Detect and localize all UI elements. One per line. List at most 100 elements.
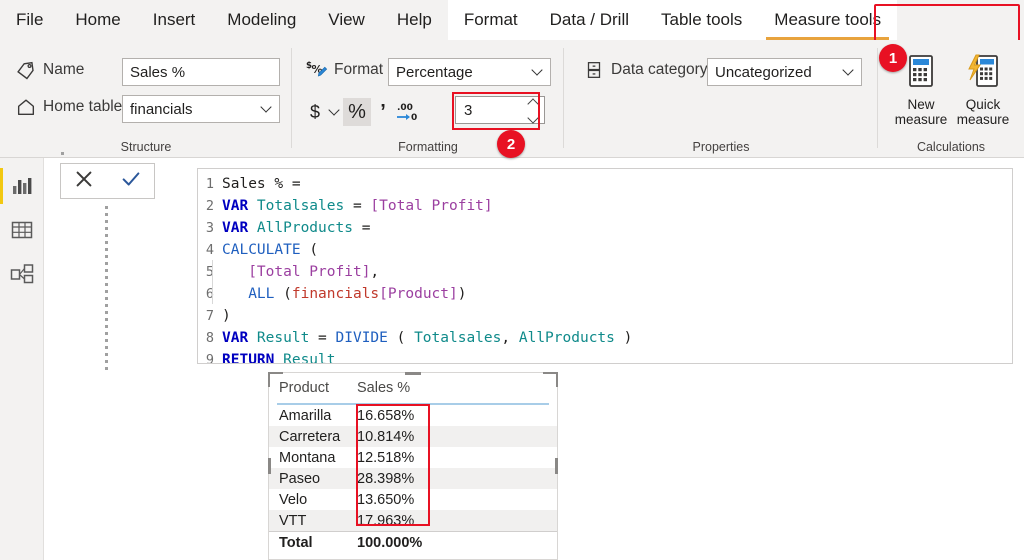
table-row[interactable]: Montana 12.518% bbox=[269, 447, 557, 468]
new-measure-label-line1: New bbox=[907, 97, 935, 112]
total-value: 100.000% bbox=[357, 534, 423, 551]
code-token: ( bbox=[396, 330, 415, 346]
code-line-content: Sales % = bbox=[222, 176, 301, 192]
ribbon-tab-label: Home bbox=[75, 10, 121, 29]
ribbon-tab-format[interactable]: Format bbox=[447, 0, 534, 40]
ribbon-tab-label: Data / Drill bbox=[549, 10, 630, 29]
decimal-places-stepper[interactable]: 3 bbox=[455, 96, 545, 124]
formula-bar-commit-buttons bbox=[60, 163, 155, 199]
code-token: ) bbox=[623, 330, 633, 346]
code-line[interactable]: 9 RETURN Result bbox=[198, 349, 1012, 364]
ribbon-tab-bar: File Home Insert Modeling View Help Format Data… bbox=[0, 0, 1024, 40]
stepper-down-icon[interactable] bbox=[526, 112, 539, 124]
decimal-places-decrease-icon[interactable]: .00 0 bbox=[395, 99, 425, 125]
quick-measure-label-line2: measure bbox=[956, 112, 1010, 127]
ribbon-tab-file[interactable]: File bbox=[0, 0, 59, 40]
home-icon bbox=[14, 96, 38, 118]
ribbon-tab-home[interactable]: Home bbox=[59, 0, 136, 40]
column-header-product[interactable]: Product bbox=[279, 380, 357, 396]
selection-handle-top[interactable] bbox=[405, 372, 421, 375]
formula-bar-resize-dots[interactable] bbox=[105, 206, 108, 370]
stepper-arrows[interactable] bbox=[526, 98, 539, 124]
code-token: RETURN bbox=[222, 352, 284, 364]
table-row[interactable]: Amarilla 16.658% bbox=[269, 405, 557, 426]
code-token: DIVIDE bbox=[335, 330, 397, 346]
decimal-places-value: 3 bbox=[464, 101, 473, 119]
group-label-properties: Properties bbox=[692, 140, 750, 154]
code-line[interactable]: 5 [Total Profit], bbox=[198, 260, 1012, 283]
code-line[interactable]: 4 CALCULATE ( bbox=[198, 239, 1012, 261]
code-token: financials bbox=[291, 286, 380, 302]
ribbon-group-structure: Name Sales % Home table financials Struc… bbox=[0, 40, 292, 158]
selection-handle-top-right[interactable] bbox=[543, 372, 558, 387]
sidebar-item-report-view[interactable] bbox=[8, 172, 36, 200]
code-line-content: VAR AllProducts = bbox=[222, 220, 370, 236]
ribbon-tab-data-drill[interactable]: Data / Drill bbox=[533, 0, 646, 40]
code-line[interactable]: 6 ALL (financials[Product]) bbox=[198, 282, 1012, 305]
code-token: AllProducts bbox=[256, 220, 362, 236]
selection-handle-left[interactable] bbox=[268, 458, 271, 474]
formula-bar-drag-dots-top bbox=[61, 152, 64, 158]
chevron-down-icon bbox=[260, 101, 272, 113]
format-dropdown[interactable]: Percentage bbox=[388, 58, 551, 86]
ribbon-tab-insert[interactable]: Insert bbox=[137, 0, 212, 40]
code-line-content: CALCULATE ( bbox=[222, 242, 318, 258]
table-row[interactable]: VTT 17.963% bbox=[269, 510, 557, 531]
code-line[interactable]: 3 VAR AllProducts = bbox=[198, 217, 1012, 239]
sidebar-item-model-view[interactable] bbox=[8, 260, 36, 288]
code-line[interactable]: 2 VAR Totalsales = [Total Profit] bbox=[198, 195, 1012, 217]
table-row[interactable]: Carretera 10.814% bbox=[269, 426, 557, 447]
close-x-icon[interactable] bbox=[73, 168, 95, 195]
column-header-sales-pct[interactable]: Sales % bbox=[357, 380, 457, 396]
sidebar-item-data-view[interactable] bbox=[8, 216, 36, 244]
ribbon-tab-label: Table tools bbox=[661, 10, 743, 29]
cell-sales-pct: 16.658% bbox=[357, 407, 415, 424]
ribbon-tab-table-tools[interactable]: Table tools bbox=[645, 0, 759, 40]
svg-text:.00: .00 bbox=[397, 103, 413, 113]
dax-code-editor[interactable]: 1 Sales % = 2 VAR Totalsales = [Total Profi… bbox=[197, 168, 1013, 364]
currency-dropdown-chevron-icon[interactable] bbox=[327, 99, 341, 125]
calculator-icon bbox=[904, 54, 938, 93]
table-visual[interactable]: Product Sales % Amarilla 16.658% Carretera… bbox=[268, 372, 558, 560]
ribbon-tab-label: Insert bbox=[152, 10, 196, 29]
code-line-number: 1 bbox=[205, 176, 214, 192]
cell-product: Montana bbox=[279, 449, 336, 466]
code-line[interactable]: 1 Sales % = bbox=[198, 173, 1012, 195]
model-relationship-icon bbox=[10, 264, 34, 284]
bar-chart-icon bbox=[13, 178, 32, 194]
ribbon-tab-view[interactable]: View bbox=[312, 0, 381, 40]
code-line-number: 3 bbox=[205, 220, 214, 236]
table-total-row: Total 100.000% bbox=[269, 531, 557, 553]
measure-name-input[interactable]: Sales % bbox=[122, 58, 280, 86]
format-value: Percentage bbox=[396, 63, 473, 81]
currency-format-button[interactable]: $ bbox=[305, 99, 325, 125]
code-line[interactable]: 8 VAR Result = DIVIDE ( Totalsales, AllPr… bbox=[198, 327, 1012, 349]
data-category-dropdown[interactable]: Uncategorized bbox=[707, 58, 862, 86]
table-row[interactable]: Velo 13.650% bbox=[269, 489, 557, 510]
cell-sales-pct: 17.963% bbox=[357, 512, 415, 529]
selection-handle-right[interactable] bbox=[555, 458, 558, 474]
ribbon-tab-label: Measure tools bbox=[774, 10, 882, 29]
ribbon-tab-help[interactable]: Help bbox=[381, 0, 448, 40]
ribbon-tab-measure-tools[interactable]: Measure tools bbox=[758, 0, 898, 40]
checkmark-icon[interactable] bbox=[120, 168, 142, 195]
code-token: AllProducts bbox=[518, 330, 624, 346]
thousands-separator-button[interactable]: ’ bbox=[373, 99, 393, 125]
code-line-content: RETURN Result bbox=[222, 352, 336, 364]
stepper-up-icon[interactable] bbox=[526, 98, 539, 110]
ribbon-tab-modeling[interactable]: Modeling bbox=[211, 0, 312, 40]
home-table-dropdown[interactable]: financials bbox=[122, 95, 280, 123]
measure-name-field-row: Name bbox=[14, 59, 84, 81]
data-category-label: Data category bbox=[611, 61, 708, 78]
chevron-down-icon bbox=[531, 64, 543, 76]
code-token: [Total Profit] bbox=[248, 264, 371, 280]
table-row[interactable]: Paseo 28.398% bbox=[269, 468, 557, 489]
annotation-badge-2: 2 bbox=[497, 130, 525, 158]
code-token: Sales % bbox=[222, 176, 292, 192]
code-line[interactable]: 7) bbox=[198, 305, 1012, 327]
code-line-content: [Total Profit], bbox=[211, 260, 379, 282]
percent-format-button[interactable]: % bbox=[343, 98, 371, 126]
selection-handle-top-left[interactable] bbox=[268, 372, 283, 387]
quick-measure-button[interactable]: Quick measure bbox=[952, 54, 1014, 127]
